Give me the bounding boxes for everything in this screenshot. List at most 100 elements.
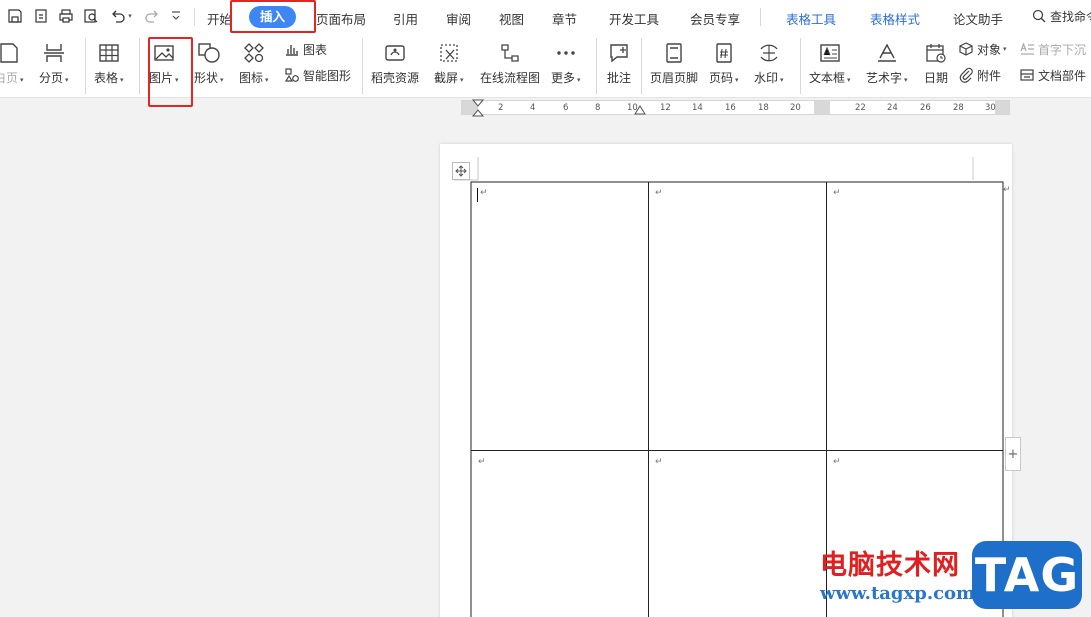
ruler-tick: 6: [563, 103, 569, 113]
tab-member[interactable]: 会员专享: [690, 9, 740, 28]
ruler-tick: 26: [920, 103, 931, 113]
blank-page-icon: [0, 40, 23, 66]
tab-references[interactable]: 引用: [393, 9, 418, 28]
comment-label: 批注: [606, 71, 631, 85]
word-art-icon: [873, 40, 901, 66]
doc-parts-button[interactable]: 文档部件: [1019, 65, 1086, 85]
tab-table-tools[interactable]: 表格工具: [786, 9, 836, 28]
table-button[interactable]: 表格 ▾: [94, 40, 124, 92]
divider: [139, 38, 140, 94]
divider: [194, 8, 195, 26]
smart-art-button[interactable]: 智能图形: [284, 65, 351, 85]
tab-page-layout[interactable]: 页面布局: [316, 9, 366, 28]
shape-button[interactable]: 形状 ▾: [194, 40, 224, 92]
print-preview-icon[interactable]: [81, 6, 101, 26]
more-button[interactable]: 更多 ▾: [551, 40, 581, 92]
text-box-button[interactable]: 文本框 ▾: [809, 40, 851, 92]
docer-resources-button[interactable]: 稻壳资源: [371, 40, 419, 92]
object-label: 对象: [977, 42, 1002, 57]
word-art-button[interactable]: 艺术字 ▾: [866, 40, 908, 92]
blank-page-label: 白页: [0, 71, 19, 85]
tab-insert[interactable]: 插入: [249, 6, 297, 28]
cell-paragraph-mark: ↵: [833, 457, 841, 467]
page-break-button[interactable]: 分页 ▾: [39, 40, 69, 92]
date-button[interactable]: 日期: [922, 40, 950, 92]
drop-cap-button[interactable]: 首字下沉: [1019, 39, 1086, 59]
calendar-icon: [922, 40, 950, 66]
doc-parts-label: 文档部件: [1038, 68, 1087, 83]
page-break-label: 分页: [39, 71, 64, 85]
comment-button[interactable]: 批注: [605, 40, 633, 92]
search-command[interactable]: 查找命令: [1031, 6, 1091, 26]
redo-icon[interactable]: [142, 6, 162, 26]
attachment-button[interactable]: 附件: [958, 65, 1001, 85]
cell-paragraph-mark: ↵: [480, 188, 488, 198]
object-button[interactable]: 对象 ▾: [958, 39, 1007, 59]
ruler-tick: 8: [595, 103, 601, 113]
cell-paragraph-mark: ↵: [833, 188, 841, 198]
header-footer-label: 页眉页脚: [650, 71, 699, 85]
comment-icon: [605, 40, 633, 66]
smart-art-icon: [284, 68, 299, 82]
docer-resources-label: 稻壳资源: [371, 71, 420, 85]
divider: [85, 38, 86, 94]
divider: [362, 38, 363, 94]
save-icon[interactable]: [5, 6, 25, 26]
icon-library-button[interactable]: 图标 ▾: [239, 40, 269, 92]
online-flowchart-button[interactable]: 在线流程图: [480, 40, 540, 92]
ruler-tick: 18: [758, 103, 769, 113]
cell-paragraph-mark: ↵: [655, 457, 663, 467]
horizontal-ruler: 2 4 6 8 10 12 14 16 18 20 22 24 26 28 30…: [461, 99, 1010, 117]
icons-icon: [240, 40, 268, 66]
table-icon: [95, 40, 123, 66]
export-pdf-icon[interactable]: [31, 6, 51, 26]
search-icon: [1032, 9, 1046, 23]
page-number-button[interactable]: 页码 ▾: [709, 40, 739, 92]
indent-marker[interactable]: [472, 99, 484, 117]
site-watermark-url: www.tagxp.com: [820, 583, 976, 604]
picture-button[interactable]: 图片 ▾: [149, 40, 179, 92]
chart-button[interactable]: 图表: [284, 39, 327, 59]
drop-cap-icon: [1020, 42, 1034, 55]
header-footer-button[interactable]: 页眉页脚: [650, 40, 698, 92]
tab-table-style[interactable]: 表格样式: [870, 9, 920, 28]
tab-home[interactable]: 开始: [207, 9, 232, 28]
page-number-label: 页码: [709, 71, 734, 85]
table-add-button[interactable]: +: [1005, 437, 1021, 471]
icon-library-label: 图标: [239, 71, 264, 85]
more-label: 更多: [551, 71, 576, 85]
screenshot-button[interactable]: 截屏 ▾: [434, 40, 464, 92]
blank-page-button[interactable]: 白页 ▾: [0, 40, 24, 92]
ruler-tick: 16: [725, 103, 736, 113]
ruler-tick: 20: [790, 103, 801, 113]
paperclip-icon: [959, 67, 973, 83]
row-end-mark: ↵: [1003, 185, 1011, 195]
tab-view[interactable]: 视图: [499, 9, 524, 28]
header-footer-icon: [660, 40, 688, 66]
table-move-handle[interactable]: [452, 162, 470, 180]
table-label: 表格: [94, 71, 119, 85]
tab-developer[interactable]: 开发工具: [609, 9, 659, 28]
flowchart-icon: [496, 40, 524, 66]
ruler-tick: 12: [660, 103, 671, 113]
doc-parts-icon: [1020, 69, 1034, 81]
online-flowchart-label: 在线流程图: [480, 71, 541, 85]
undo-icon[interactable]: ▾: [107, 6, 135, 26]
tab-sections[interactable]: 章节: [552, 9, 577, 28]
attachment-label: 附件: [977, 68, 1002, 83]
ruler-tick: 10: [627, 103, 638, 113]
cell-paragraph-mark: ↵: [478, 457, 486, 467]
ruler-tick: 2: [498, 103, 504, 113]
tab-review[interactable]: 审阅: [446, 9, 471, 28]
watermark-icon: [755, 40, 783, 66]
text-box-icon: [816, 40, 844, 66]
ruler-tick: 22: [855, 103, 866, 113]
table-column-lines: [648, 182, 827, 617]
print-icon[interactable]: [56, 6, 76, 26]
word-art-label: 艺术字: [866, 71, 903, 85]
watermark-button[interactable]: 水印 ▾: [754, 40, 784, 92]
watermark-label: 水印: [754, 71, 779, 85]
tab-paper-assistant[interactable]: 论文助手: [953, 9, 1003, 28]
date-label: 日期: [923, 71, 948, 85]
customize-toolbar-icon[interactable]: [168, 6, 184, 26]
